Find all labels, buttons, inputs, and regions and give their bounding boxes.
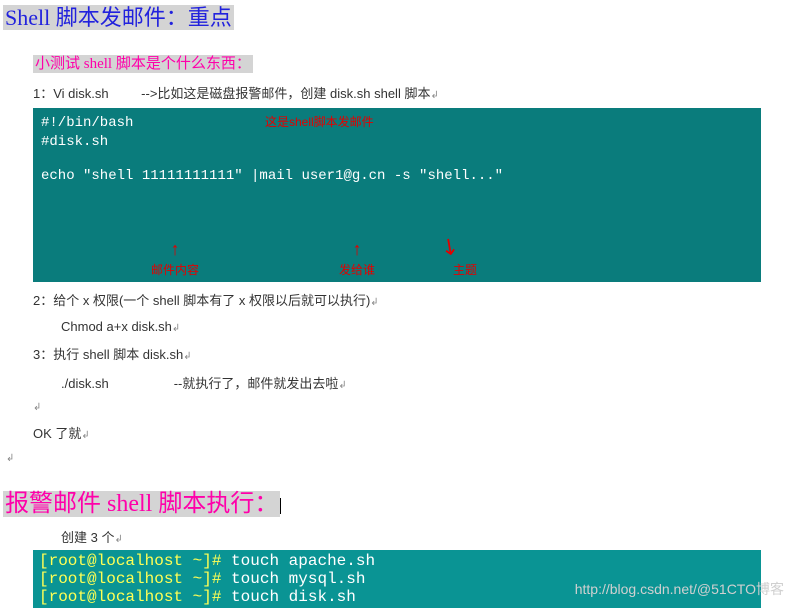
step-3b: ./disk.sh --就执行了，邮件就发出去啦↲ bbox=[3, 373, 791, 392]
terminal-block: [root@localhost ~]# touch apache.sh [roo… bbox=[33, 550, 761, 608]
return-icon: ↲ bbox=[183, 351, 191, 362]
annotation-top: 这是shell脚本发邮件 bbox=[265, 114, 374, 131]
terminal-line-1: [root@localhost ~]# touch apache.sh bbox=[35, 552, 759, 570]
step-2b: Chmod a+x disk.sh↲ bbox=[3, 319, 791, 334]
command-3: touch disk.sh bbox=[231, 588, 356, 606]
arrow-slant-icon: ↘ bbox=[432, 230, 465, 266]
prompt: [root@localhost ~]# bbox=[39, 552, 221, 570]
heading-2-text: 报警邮件 shell 脚本执行： bbox=[3, 491, 280, 517]
blank-line-2: ↲ bbox=[3, 448, 791, 464]
ok-text: OK 了就 bbox=[33, 426, 81, 441]
subtitle-1: 小测试 shell 脚本是个什么东西： bbox=[3, 52, 791, 73]
step-3b-suffix: --就执行了，邮件就发出去啦 bbox=[174, 376, 339, 391]
return-icon: ↲ bbox=[172, 323, 180, 334]
heading-2: 报警邮件 shell 脚本执行： bbox=[3, 488, 791, 522]
code-line-3: echo "shell 11111111111" |mail user1@g.c… bbox=[41, 167, 753, 187]
prompt: [root@localhost ~]# bbox=[39, 588, 221, 606]
annotation-2: ↑发给谁 bbox=[339, 242, 375, 282]
return-icon: ↲ bbox=[114, 534, 122, 545]
return-icon: ↲ bbox=[6, 453, 14, 464]
create-text: 创建 3 个 bbox=[61, 530, 114, 545]
code-line-1: #!/bin/bash bbox=[41, 114, 753, 134]
prompt: [root@localhost ~]# bbox=[39, 570, 221, 588]
code-line-2: #disk.sh bbox=[41, 133, 753, 153]
create-line: 创建 3 个↲ bbox=[3, 527, 791, 546]
return-icon: ↲ bbox=[430, 90, 438, 101]
heading-1: Shell 脚本发邮件：重点 bbox=[3, 3, 791, 34]
terminal-line-2: [root@localhost ~]# touch mysql.sh bbox=[35, 570, 759, 588]
step-1-suffix: -->比如这是磁盘报警邮件，创建 disk.sh shell 脚本 bbox=[141, 86, 430, 101]
return-icon: ↲ bbox=[338, 380, 346, 391]
terminal-line-3: [root@localhost ~]# touch disk.sh bbox=[35, 588, 759, 606]
arrow-up-icon: ↑ bbox=[151, 242, 199, 260]
command-2: touch mysql.sh bbox=[231, 570, 365, 588]
text-cursor-icon bbox=[280, 498, 286, 514]
return-icon: ↲ bbox=[81, 430, 89, 441]
step-3-text: 3：执行 shell 脚本 disk.sh bbox=[33, 347, 183, 362]
step-1: 1：Vi disk.sh -->比如这是磁盘报警邮件，创建 disk.sh sh… bbox=[3, 83, 791, 102]
subtitle-1-text: 小测试 shell 脚本是个什么东西： bbox=[33, 55, 253, 73]
annotation-3: 主题 bbox=[453, 262, 477, 282]
step-3: 3：执行 shell 脚本 disk.sh↲ bbox=[3, 344, 791, 363]
step-2-text: 2：给个 x 权限(一个 shell 脚本有了 x 权限以后就可以执行) bbox=[33, 293, 370, 308]
return-icon: ↲ bbox=[33, 402, 41, 413]
annotation-1: ↑邮件内容 bbox=[151, 242, 199, 282]
code-block-1: #!/bin/bash #disk.sh echo "shell 1111111… bbox=[33, 108, 761, 282]
command-1: touch apache.sh bbox=[231, 552, 375, 570]
arrow-up-icon: ↑ bbox=[339, 242, 375, 260]
ok-line: OK 了就↲ bbox=[3, 423, 791, 442]
heading-1-text: Shell 脚本发邮件：重点 bbox=[3, 5, 234, 30]
step-2: 2：给个 x 权限(一个 shell 脚本有了 x 权限以后就可以执行)↲ bbox=[3, 290, 791, 309]
step-1-prefix: 1：Vi disk.sh bbox=[33, 86, 109, 101]
step-3b-prefix: ./disk.sh bbox=[61, 376, 109, 391]
blank-line: ↲ bbox=[3, 398, 791, 413]
return-icon: ↲ bbox=[370, 297, 378, 308]
step-2b-text: Chmod a+x disk.sh bbox=[61, 319, 172, 334]
